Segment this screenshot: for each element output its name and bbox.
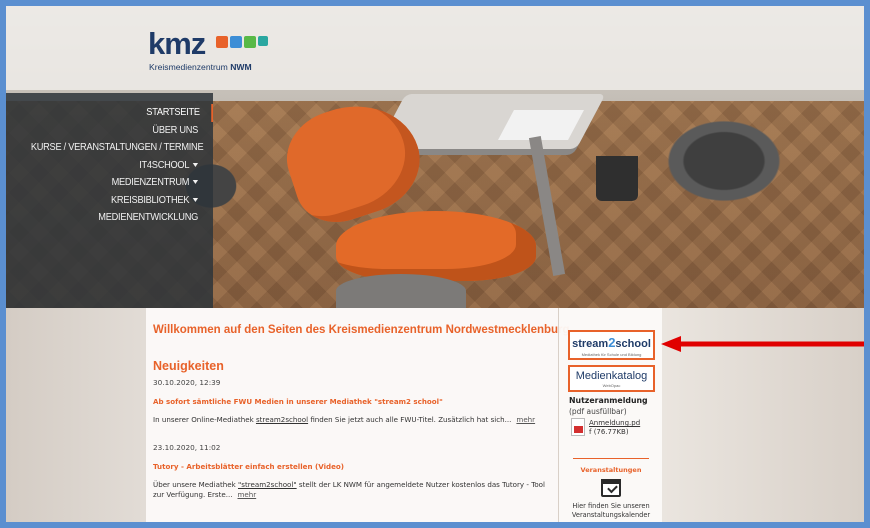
news-item: 23.10.2020, 11:02 Tutory - Arbeitsblätte… [153,443,552,501]
nav-label: KURSE / VERANSTALTUNGEN / TERMINE [30,141,204,153]
news-teaser: In unserer Online-Mediathek stream2schoo… [153,415,552,426]
welcome-heading: Willkommen auf den Seiten des Kreismedie… [153,324,570,336]
nav-label: MEDIENENTWICKLUNG [98,211,199,223]
stream2school-link[interactable]: "stream2school" [238,480,297,489]
hero-chair-seat [336,211,536,281]
stream2school-logo-text: stream2school [570,335,653,352]
veranstaltungen-title: Veranstaltungen [580,466,642,474]
browser-viewport: kmz Kreismedienzentrum NWM STARTSEITE ÜB… [6,6,864,522]
logo-square-orange-icon [216,36,228,48]
news-gap [153,426,552,438]
medienkatalog-label: Medienkatalog [575,370,648,382]
stream2school-banner[interactable]: stream2school Mediathek für Schule und B… [568,330,655,360]
nav-item-kurse[interactable]: KURSE / VERANSTALTUNGEN / TERMINE [31,139,213,157]
news-teaser-text: In unserer Online-Mediathek [153,415,256,424]
news-date: 23.10.2020, 11:02 [153,442,221,452]
news-item: 30.10.2020, 12:39 Ab sofort sämtliche FW… [153,378,552,426]
nav-item-startseite[interactable]: STARTSEITE [31,104,213,122]
news-headline-link[interactable]: Tutory - Arbeitsblätter einfach erstelle… [153,462,552,471]
s2s-pre: stream [572,338,609,350]
news-teaser: Über unsere Mediathek "stream2school" st… [153,480,552,501]
nav-label: MEDIENZENTRUM [111,176,190,188]
nav-item-medienzentrum[interactable]: MEDIENZENTRUM [31,174,213,192]
s2s-post: school [615,338,651,350]
red-arrow-annotation-icon [661,336,864,352]
logo-square-blue-icon [230,36,242,48]
right-sidebar: stream2school Mediathek für Schule und B… [558,308,662,522]
main-navigation: STARTSEITE ÜBER UNS KURSE / VERANSTALTUN… [6,93,213,308]
logo-subtitle-bold: NWM [230,62,252,72]
logo-subtitle-main: Kreismedienzentrum [149,62,228,72]
nav-item-it4school[interactable]: IT4SCHOOL [31,157,213,175]
medienkatalog-tagline: WebOpac [602,383,621,388]
nav-label: STARTSEITE [146,106,200,118]
news-headline-link[interactable]: Ab sofort sämtliche FWU Medien in unsere… [153,397,552,406]
header-band [6,6,864,90]
main-content: Willkommen auf den Seiten des Kreismedie… [146,308,570,522]
pdf-file-icon[interactable] [571,418,585,436]
nav-item-medienentwicklung[interactable]: MEDIENENTWICKLUNG [31,209,213,227]
logo-wordmark: kmz [148,26,206,61]
stream2school-link[interactable]: stream2school [256,415,308,424]
nutzeranmeldung-title: Nutzeranmeldung [569,396,648,405]
calendar-check-icon[interactable] [601,479,621,497]
news-teaser-text: Über unsere Mediathek [153,479,238,489]
stream2school-tagline: Mediathek für Schule und Bildung [581,352,642,357]
caret-down-icon [192,197,199,202]
hero-chair-base [336,274,466,308]
nav-item-kreisbibliothek[interactable]: KREISBIBLIOTHEK [31,192,213,210]
medienkatalog-banner[interactable]: Medienkatalog WebOpac [568,365,655,392]
nav-label: KREISBIBLIOTHEK [111,193,190,206]
logo-subtitle: Kreismedienzentrum NWM [149,62,252,72]
caret-down-icon [192,180,199,185]
pdf-size: f (76.77KB) [589,428,629,436]
nav-label: ÜBER UNS [152,123,199,136]
lower-bg-left [6,308,146,522]
hero-stool-right [654,111,794,211]
arrow-shape [661,336,864,352]
site-logo[interactable]: kmz Kreismedienzentrum NWM [148,28,278,72]
news-teaser-text: finden Sie jetzt auch alle FWU-Titel. Zu… [308,415,512,424]
veranstaltungskalender-link[interactable]: Hier finden Sie unseren Veranstaltungska… [559,502,663,520]
logo-square-green-icon [244,36,256,48]
nav-item-ueber-uns[interactable]: ÜBER UNS [31,122,213,140]
news-date: 30.10.2020, 12:39 [153,378,221,387]
nutzeranmeldung-subtitle: (pdf ausfüllbar) [569,407,627,416]
sidebar-divider [573,458,649,459]
more-link[interactable]: mehr [237,490,256,499]
nav-label: IT4SCHOOL [139,158,190,171]
anmeldung-pdf-link[interactable]: Anmeldung.pd [589,419,640,427]
caret-down-icon [192,162,199,167]
logo-square-teal-icon [258,36,268,46]
hero-bin [596,156,638,201]
news-section-title: Neuigkeiten [153,359,224,373]
more-link[interactable]: mehr [516,415,535,424]
